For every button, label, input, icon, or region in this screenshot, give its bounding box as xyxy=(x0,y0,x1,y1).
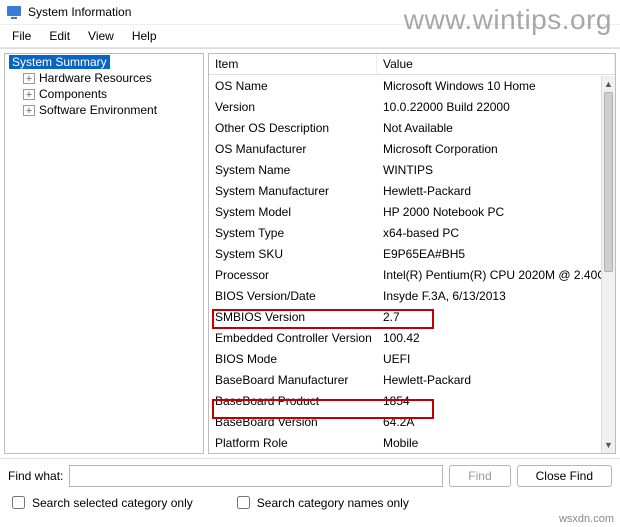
cell-item: OS Manufacturer xyxy=(209,140,377,158)
scroll-down-icon[interactable]: ▼ xyxy=(602,437,615,453)
cell-item: BaseBoard Product xyxy=(209,392,377,410)
tree-item-label: Hardware Resources xyxy=(39,71,152,85)
tree-root-row[interactable]: System Summary xyxy=(5,54,203,70)
cell-item: System Type xyxy=(209,224,377,242)
chk-search-names-box[interactable] xyxy=(237,496,250,509)
list-row[interactable]: Version10.0.22000 Build 22000 xyxy=(209,96,615,117)
details-list: Item Value OS NameMicrosoft Windows 10 H… xyxy=(208,53,616,454)
list-row[interactable]: ProcessorIntel(R) Pentium(R) CPU 2020M @… xyxy=(209,264,615,285)
vertical-scrollbar[interactable]: ▲ ▼ xyxy=(601,76,615,453)
expand-icon[interactable]: + xyxy=(23,89,35,100)
tree-item-label: Software Environment xyxy=(39,103,157,117)
cell-item: Platform Role xyxy=(209,434,377,452)
cell-item: Embedded Controller Version xyxy=(209,329,377,347)
cell-value: Hewlett-Packard xyxy=(377,182,615,200)
scroll-thumb[interactable] xyxy=(604,92,613,272)
cell-item: BIOS Version/Date xyxy=(209,287,377,305)
cell-item: Version xyxy=(209,98,377,116)
menu-help[interactable]: Help xyxy=(124,27,165,45)
cell-value: UEFI xyxy=(377,350,615,368)
list-row[interactable]: BIOS ModeUEFI xyxy=(209,348,615,369)
cell-value: E9P65EA#BH5 xyxy=(377,245,615,263)
cell-value: 64.2A xyxy=(377,413,615,431)
find-button[interactable]: Find xyxy=(449,465,510,487)
tree-item-hardware[interactable]: + Hardware Resources xyxy=(19,70,203,86)
list-row[interactable]: Other OS DescriptionNot Available xyxy=(209,117,615,138)
cell-value: Hewlett-Packard xyxy=(377,371,615,389)
scroll-track[interactable] xyxy=(602,272,615,437)
find-label: Find what: xyxy=(8,469,63,483)
list-row[interactable]: BaseBoard Product1854 xyxy=(209,390,615,411)
list-body[interactable]: OS NameMicrosoft Windows 10 HomeVersion1… xyxy=(209,75,615,452)
cell-item: BIOS Mode xyxy=(209,350,377,368)
close-find-button[interactable]: Close Find xyxy=(517,465,612,487)
chk-search-selected[interactable]: Search selected category only xyxy=(8,493,193,512)
cell-value: Microsoft Corporation xyxy=(377,140,615,158)
cell-item: Other OS Description xyxy=(209,119,377,137)
main-area: System Summary + Hardware Resources + Co… xyxy=(0,48,620,458)
menu-edit[interactable]: Edit xyxy=(41,27,78,45)
cell-item: System Manufacturer xyxy=(209,182,377,200)
cell-value: x64-based PC xyxy=(377,224,615,242)
cell-item: BaseBoard Manufacturer xyxy=(209,371,377,389)
list-row[interactable]: System ModelHP 2000 Notebook PC xyxy=(209,201,615,222)
tree-item-software[interactable]: + Software Environment xyxy=(19,102,203,118)
list-row[interactable]: System Typex64-based PC xyxy=(209,222,615,243)
tree-item-label: Components xyxy=(39,87,107,101)
chk-search-names-label: Search category names only xyxy=(257,496,409,510)
cell-value: 10.0.22000 Build 22000 xyxy=(377,98,615,116)
cell-item: System Name xyxy=(209,161,377,179)
cell-value: HP 2000 Notebook PC xyxy=(377,203,615,221)
tree-item-components[interactable]: + Components xyxy=(19,86,203,102)
list-row[interactable]: BaseBoard ManufacturerHewlett-Packard xyxy=(209,369,615,390)
list-row[interactable]: BIOS Version/DateInsyde F.3A, 6/13/2013 xyxy=(209,285,615,306)
header-item[interactable]: Item xyxy=(209,54,377,74)
list-row[interactable]: BaseBoard Version64.2A xyxy=(209,411,615,432)
list-row[interactable]: OS NameMicrosoft Windows 10 Home xyxy=(209,75,615,96)
header-value[interactable]: Value xyxy=(377,54,615,74)
list-row[interactable]: Platform RoleMobile xyxy=(209,432,615,452)
list-row[interactable]: System ManufacturerHewlett-Packard xyxy=(209,180,615,201)
menu-view[interactable]: View xyxy=(80,27,122,45)
find-bar: Find what: Find Close Find Search select… xyxy=(0,458,620,518)
category-tree[interactable]: System Summary + Hardware Resources + Co… xyxy=(4,53,204,454)
cell-item: SMBIOS Version xyxy=(209,308,377,326)
cell-value: Insyde F.3A, 6/13/2013 xyxy=(377,287,615,305)
list-row[interactable]: SMBIOS Version2.7 xyxy=(209,306,615,327)
expand-icon[interactable]: + xyxy=(23,73,35,84)
chk-search-names[interactable]: Search category names only xyxy=(233,493,409,512)
cell-value: Mobile xyxy=(377,434,615,452)
list-row[interactable]: System SKUE9P65EA#BH5 xyxy=(209,243,615,264)
cell-item: Processor xyxy=(209,266,377,284)
chk-search-selected-box[interactable] xyxy=(12,496,25,509)
tree-root-label[interactable]: System Summary xyxy=(9,55,110,69)
list-row[interactable]: System NameWINTIPS xyxy=(209,159,615,180)
cell-value: Not Available xyxy=(377,119,615,137)
cell-value: 1854 xyxy=(377,392,615,410)
find-input[interactable] xyxy=(69,465,443,487)
window-title: System Information xyxy=(28,5,131,19)
list-row[interactable]: Embedded Controller Version100.42 xyxy=(209,327,615,348)
cell-item: BaseBoard Version xyxy=(209,413,377,431)
cell-value: 2.7 xyxy=(377,308,615,326)
titlebar: System Information xyxy=(0,0,620,25)
menu-file[interactable]: File xyxy=(4,27,39,45)
list-row[interactable]: OS ManufacturerMicrosoft Corporation xyxy=(209,138,615,159)
list-header: Item Value xyxy=(209,54,615,75)
cell-value: WINTIPS xyxy=(377,161,615,179)
expand-icon[interactable]: + xyxy=(23,105,35,116)
cell-item: System SKU xyxy=(209,245,377,263)
app-icon xyxy=(6,4,22,20)
cell-value: 100.42 xyxy=(377,329,615,347)
scroll-up-icon[interactable]: ▲ xyxy=(602,76,615,92)
cell-item: OS Name xyxy=(209,77,377,95)
cell-value: Intel(R) Pentium(R) CPU 2020M @ 2.40GHz, xyxy=(377,266,615,284)
cell-value: Microsoft Windows 10 Home xyxy=(377,77,615,95)
menubar: File Edit View Help xyxy=(0,25,620,48)
cell-item: System Model xyxy=(209,203,377,221)
chk-search-selected-label: Search selected category only xyxy=(32,496,193,510)
